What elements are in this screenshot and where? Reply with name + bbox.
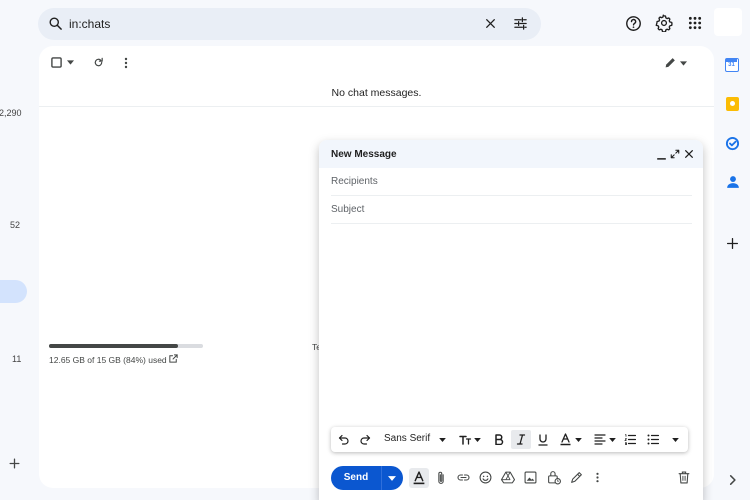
inbox-count: 2,290 bbox=[0, 108, 22, 118]
align-icon[interactable] bbox=[594, 434, 606, 445]
formatting-toolbar: Sans Serif bbox=[331, 427, 688, 452]
storage-usage-text[interactable]: 12.65 GB of 15 GB (84%) used bbox=[49, 355, 167, 365]
keep-icon[interactable] bbox=[726, 97, 739, 111]
tasks-icon[interactable] bbox=[725, 136, 740, 151]
bulleted-list-icon[interactable] bbox=[647, 434, 659, 445]
select-dropdown-icon[interactable] bbox=[67, 60, 74, 65]
signature-pen-icon[interactable] bbox=[570, 471, 583, 484]
search-input[interactable] bbox=[69, 15, 449, 33]
more-formatting-dropdown-icon[interactable] bbox=[672, 438, 679, 442]
recipients-field bbox=[331, 169, 692, 196]
compose-header[interactable]: New Message bbox=[319, 140, 703, 168]
formatting-a-icon bbox=[413, 471, 425, 485]
font-size-dropdown-icon[interactable] bbox=[474, 438, 481, 442]
send-button[interactable]: Send bbox=[331, 466, 403, 490]
selected-nav-item[interactable] bbox=[0, 280, 27, 303]
subject-input[interactable] bbox=[331, 204, 671, 215]
add-label-icon[interactable] bbox=[8, 457, 21, 470]
storage-bar-fill bbox=[49, 344, 179, 348]
edit-pencil-icon[interactable] bbox=[664, 56, 677, 69]
toolbar-divider bbox=[39, 106, 714, 107]
bold-icon[interactable] bbox=[494, 434, 504, 445]
calendar-icon[interactable]: 31 bbox=[725, 58, 739, 72]
numbered-list-icon[interactable] bbox=[624, 434, 636, 445]
underline-icon[interactable] bbox=[538, 434, 548, 446]
close-compose-icon[interactable] bbox=[684, 149, 694, 159]
formatting-options-button[interactable] bbox=[409, 468, 429, 488]
attach-file-icon[interactable] bbox=[437, 471, 445, 485]
storage-bar bbox=[49, 344, 203, 348]
redo-icon[interactable] bbox=[359, 434, 371, 445]
label-count-2: 11 bbox=[12, 354, 22, 364]
compose-title: New Message bbox=[331, 149, 397, 160]
recipients-input[interactable] bbox=[331, 176, 671, 187]
empty-chat-message: No chat messages. bbox=[331, 87, 422, 99]
discard-trash-icon[interactable] bbox=[678, 471, 690, 484]
insert-link-icon[interactable] bbox=[457, 473, 470, 482]
edit-dropdown-icon[interactable] bbox=[680, 61, 687, 66]
clear-search-icon[interactable] bbox=[484, 17, 497, 30]
confidential-mode-icon[interactable] bbox=[547, 470, 561, 485]
refresh-icon[interactable] bbox=[93, 57, 104, 68]
search-options-icon[interactable] bbox=[513, 16, 528, 31]
account-avatar[interactable] bbox=[714, 8, 742, 36]
settings-gear-icon[interactable] bbox=[655, 14, 673, 32]
more-options-icon[interactable] bbox=[123, 57, 129, 69]
text-color-dropdown-icon[interactable] bbox=[575, 438, 582, 442]
subject-field bbox=[331, 197, 692, 224]
google-drive-icon[interactable] bbox=[501, 471, 515, 484]
search-bar bbox=[38, 8, 541, 40]
more-compose-options-icon[interactable] bbox=[595, 472, 600, 483]
emoji-icon[interactable] bbox=[479, 471, 492, 484]
send-button-label: Send bbox=[343, 472, 369, 483]
help-icon[interactable] bbox=[625, 15, 642, 32]
expand-panel-chevron-icon[interactable] bbox=[728, 474, 737, 486]
text-color-icon[interactable] bbox=[560, 433, 571, 446]
undo-icon[interactable] bbox=[338, 434, 350, 445]
open-storage-icon[interactable] bbox=[168, 353, 179, 364]
font-size-icon[interactable] bbox=[458, 434, 472, 445]
align-dropdown-icon[interactable] bbox=[609, 438, 616, 442]
select-checkbox[interactable] bbox=[51, 57, 62, 68]
font-family-select[interactable]: Sans Serif bbox=[384, 433, 430, 444]
label-count: 52 bbox=[10, 220, 21, 230]
send-divider bbox=[381, 466, 382, 490]
calendar-day: 31 bbox=[728, 62, 735, 68]
compose-window: New Message Sans Serif bbox=[319, 140, 703, 500]
contacts-icon[interactable] bbox=[727, 175, 739, 189]
font-dropdown-icon[interactable] bbox=[439, 438, 446, 442]
send-options-dropdown-icon[interactable] bbox=[388, 476, 396, 481]
search-icon[interactable] bbox=[48, 16, 63, 31]
insert-photo-icon[interactable] bbox=[524, 471, 537, 484]
fullscreen-icon[interactable] bbox=[670, 149, 680, 159]
apps-grid-icon[interactable] bbox=[688, 16, 702, 30]
add-addon-icon[interactable] bbox=[726, 237, 739, 250]
minimize-icon[interactable] bbox=[657, 151, 666, 160]
italic-icon[interactable] bbox=[516, 434, 526, 445]
